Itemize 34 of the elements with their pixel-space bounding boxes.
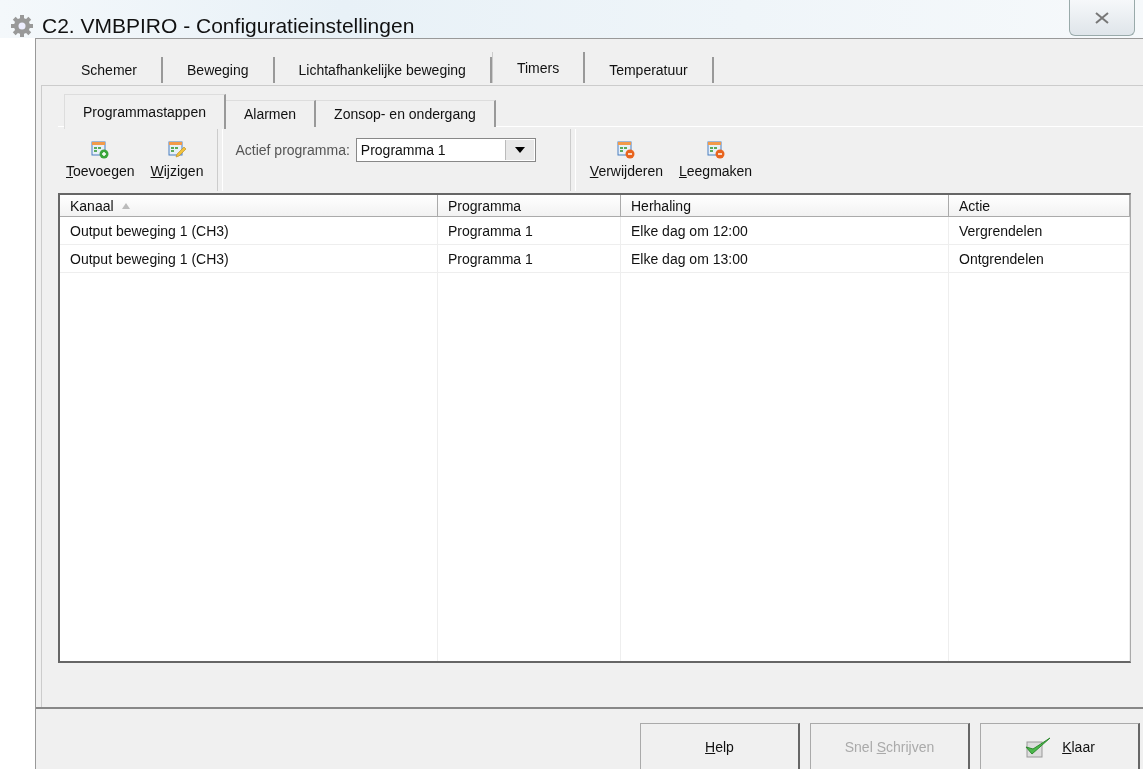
table-cell: Output beweging 1 (CH3) bbox=[60, 245, 438, 273]
table-cell: Vergrendelen bbox=[949, 217, 1130, 245]
table-cell: Elke dag om 13:00 bbox=[621, 245, 949, 273]
sort-arrow-icon bbox=[121, 202, 130, 209]
tab[interactable]: Programmastappen bbox=[64, 94, 226, 129]
toolbar-button[interactable]: Toevoegen bbox=[58, 127, 143, 193]
tab[interactable]: Timers bbox=[491, 52, 586, 83]
ok-button[interactable]: Klaar bbox=[980, 723, 1140, 769]
toolbar-button[interactable]: Leegmaken bbox=[671, 127, 761, 193]
calendar-edit-icon bbox=[167, 141, 186, 159]
table-cell: Output beweging 1 (CH3) bbox=[60, 217, 438, 245]
checkmark-icon bbox=[1024, 735, 1053, 758]
column-header[interactable]: Herhaling bbox=[621, 195, 949, 217]
window-title: C2. VMBPIRO - Configuratieinstellingen bbox=[42, 14, 415, 38]
column-header[interactable]: Programma bbox=[438, 195, 621, 217]
toolbar-button[interactable]: Verwijderen bbox=[581, 127, 671, 193]
table-cell: Programma 1 bbox=[438, 217, 621, 245]
field-label: Actief programma: bbox=[235, 142, 350, 158]
tab[interactable]: Alarmen bbox=[225, 100, 317, 127]
program-dropdown[interactable]: Programma 1 bbox=[355, 138, 536, 162]
table-cell: Elke dag om 12:00 bbox=[621, 217, 949, 245]
close-button[interactable] bbox=[1069, 0, 1135, 36]
toolbar-button[interactable]: Wijzigen bbox=[142, 127, 212, 193]
column-header[interactable]: Kanaal bbox=[60, 195, 438, 217]
calendar-remove-icon bbox=[706, 141, 725, 159]
dropdown-arrow-icon bbox=[514, 147, 525, 153]
column-header[interactable]: Actie bbox=[949, 195, 1130, 217]
table-cell: Ontgrendelen bbox=[949, 245, 1130, 273]
table-cell: Programma 1 bbox=[438, 245, 621, 273]
dialog-button[interactable]: Help bbox=[640, 723, 800, 769]
calendar-remove-icon bbox=[617, 141, 636, 159]
calendar-add-icon bbox=[91, 141, 110, 159]
tab[interactable]: Zonsop- en ondergang bbox=[316, 100, 496, 127]
close-icon bbox=[1093, 10, 1111, 25]
